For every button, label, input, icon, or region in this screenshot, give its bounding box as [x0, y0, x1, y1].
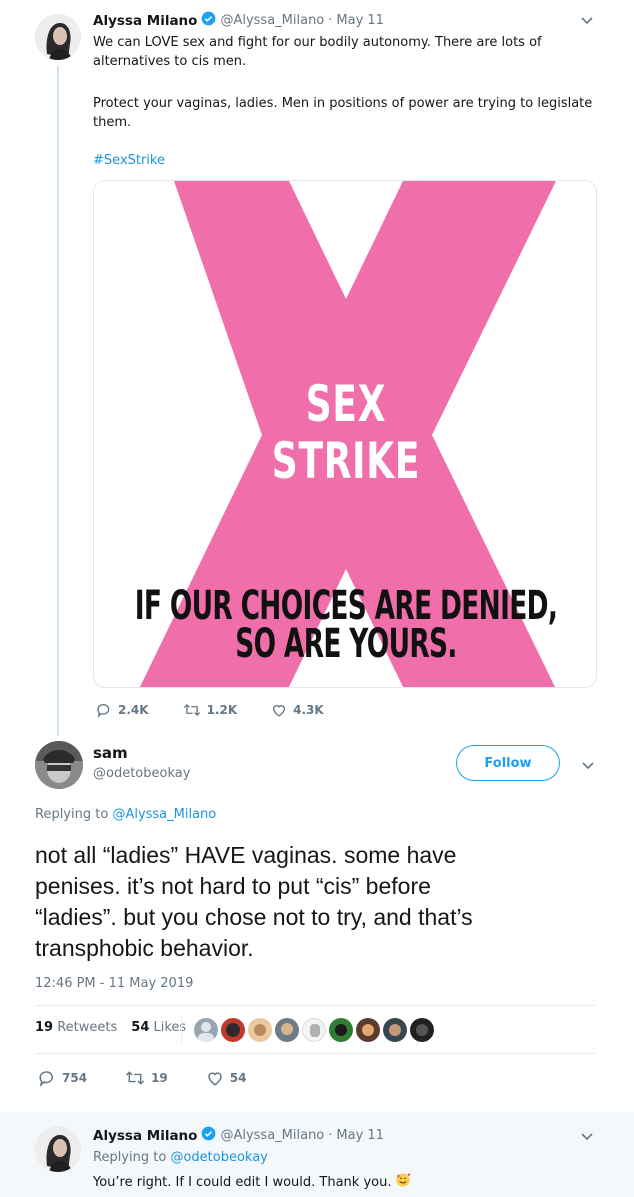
- retweet-button[interactable]: 1.2K: [183, 702, 238, 718]
- tweet-text-line-3: “ladies”. but you chose not to try, and …: [35, 904, 473, 930]
- thread-line: [57, 66, 59, 736]
- image-title-line-1: SEX: [305, 375, 387, 433]
- reply-icon: [38, 1069, 56, 1087]
- tweet-header: Alyssa Milano @Alyssa_Milano · May 11: [93, 11, 384, 30]
- dot-separator: ·: [328, 1128, 333, 1143]
- verified-icon: [201, 11, 216, 30]
- stats-row: 19 Retweets 54 Likes: [35, 1020, 186, 1035]
- smiling-face-with-hearts-icon: [395, 1172, 411, 1192]
- author-handle[interactable]: @odetobeokay: [93, 766, 190, 781]
- tweet-text: You’re right. If I could edit I would. T…: [93, 1172, 411, 1192]
- stats-separator: [181, 1015, 182, 1043]
- liker-avatar[interactable]: [356, 1018, 380, 1042]
- tweet-image[interactable]: SEX STRIKE IF OUR CHOICES ARE DENIED, SO…: [93, 180, 597, 688]
- tweet-actions: 2.4K 1.2K 4.3K: [96, 702, 324, 718]
- tweet-timestamp[interactable]: 12:46 PM - 11 May 2019: [35, 976, 193, 991]
- retweet-count: 19: [151, 1071, 168, 1085]
- replying-to: Replying to @Alyssa_Milano: [35, 807, 216, 822]
- tweet-text-line-3: Protect your vaginas, ladies. Men in pos…: [93, 96, 593, 111]
- reply-button[interactable]: 2.4K: [96, 702, 149, 718]
- divider: [35, 1005, 595, 1006]
- like-button[interactable]: 54: [206, 1069, 247, 1087]
- liker-avatar[interactable]: [221, 1018, 245, 1042]
- liker-avatar[interactable]: [383, 1018, 407, 1042]
- retweet-count: 1.2K: [206, 703, 238, 717]
- tweet-text-line-1: not all “ladies” HAVE vaginas. some have: [35, 842, 457, 868]
- follow-label: Follow: [484, 755, 532, 771]
- retweets-stat[interactable]: 19 Retweets: [35, 1020, 117, 1035]
- liker-avatar[interactable]: [275, 1018, 299, 1042]
- avatar-photo-icon: [35, 1126, 81, 1172]
- retweet-icon: [183, 702, 201, 718]
- image-tagline-line-2: SO ARE YOURS.: [235, 621, 457, 667]
- follow-button[interactable]: Follow: [456, 745, 560, 781]
- retweets-stat-count: 19: [35, 1020, 54, 1035]
- tweet-actions: 754 19 54: [38, 1069, 246, 1087]
- likers-avatars[interactable]: [194, 1018, 434, 1042]
- reply-icon: [96, 702, 112, 718]
- reply-section: Alyssa Milano @Alyssa_Milano · May 11 Re…: [0, 1112, 634, 1197]
- replying-prefix: Replying to: [93, 1150, 167, 1165]
- liker-avatar[interactable]: [329, 1018, 353, 1042]
- chevron-down-icon[interactable]: [579, 12, 595, 32]
- replying-to-link[interactable]: @Alyssa_Milano: [112, 807, 216, 822]
- author-name[interactable]: Alyssa Milano: [93, 13, 197, 29]
- hashtag-link[interactable]: #SexStrike: [93, 151, 165, 170]
- replying-to-link[interactable]: @odetobeokay: [170, 1150, 267, 1165]
- image-title-line-2: STRIKE: [271, 432, 421, 490]
- chevron-down-icon[interactable]: [580, 757, 596, 777]
- tweet-text-line-1: We can LOVE sex and fight for our bodily…: [93, 35, 542, 50]
- avatar-photo-icon: [35, 741, 83, 789]
- likes-stat[interactable]: 54 Likes: [131, 1020, 186, 1035]
- reply-count: 2.4K: [118, 703, 149, 717]
- avatar-photo-icon: [35, 14, 81, 60]
- tweet-text-line-2: penises. it’s not hard to put “cis” befo…: [35, 873, 431, 899]
- liker-avatar[interactable]: [194, 1018, 218, 1042]
- dot-separator: ·: [328, 13, 333, 28]
- verified-icon: [201, 1126, 216, 1145]
- tweet-text-line-2: alternatives to cis men.: [93, 54, 247, 69]
- tweet-date[interactable]: May 11: [336, 1128, 384, 1143]
- tweet-text-line-4: them.: [93, 115, 132, 130]
- author-name[interactable]: Alyssa Milano: [93, 1128, 197, 1144]
- retweet-icon: [125, 1069, 145, 1087]
- retweet-button[interactable]: 19: [125, 1069, 168, 1087]
- replying-prefix: Replying to: [35, 807, 109, 822]
- tweet-date[interactable]: May 11: [336, 13, 384, 28]
- liker-avatar[interactable]: [410, 1018, 434, 1042]
- reply-count: 754: [62, 1071, 88, 1085]
- retweets-stat-label: Retweets: [57, 1020, 118, 1035]
- avatar[interactable]: [35, 1126, 81, 1172]
- like-count: 54: [229, 1071, 247, 1085]
- reply-button[interactable]: 754: [38, 1069, 87, 1087]
- liker-avatar[interactable]: [302, 1018, 326, 1042]
- heart-icon: [206, 1069, 224, 1087]
- liker-avatar[interactable]: [248, 1018, 272, 1042]
- divider: [35, 1053, 595, 1054]
- replying-to: Replying to @odetobeokay: [93, 1150, 268, 1165]
- chevron-down-icon[interactable]: [579, 1128, 595, 1148]
- tweet-header: Alyssa Milano @Alyssa_Milano · May 11: [93, 1126, 384, 1145]
- avatar[interactable]: [35, 14, 81, 60]
- likes-stat-count: 54: [131, 1020, 150, 1035]
- like-button[interactable]: 4.3K: [271, 702, 324, 718]
- avatar[interactable]: [35, 741, 83, 789]
- author-handle[interactable]: @Alyssa_Milano: [220, 1128, 324, 1143]
- tweet-text-line-4: transphobic behavior.: [35, 935, 254, 961]
- like-count: 4.3K: [293, 703, 324, 717]
- author-name[interactable]: sam: [93, 744, 128, 762]
- heart-icon: [271, 702, 287, 718]
- author-handle[interactable]: @Alyssa_Milano: [220, 13, 324, 28]
- tweet-text-body: You’re right. If I could edit I would. T…: [93, 1174, 392, 1190]
